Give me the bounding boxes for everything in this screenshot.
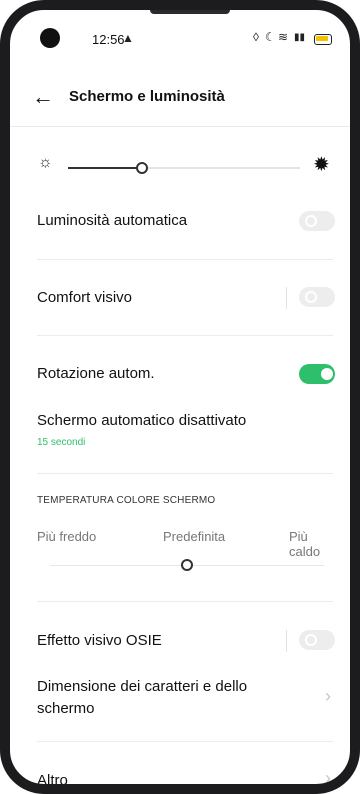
phone-frame: 12:56 ▲ ◊ ☾ ≋ ▮▮ ← Schermo e luminosità …: [0, 0, 360, 794]
divider: [37, 259, 333, 260]
battery-icon: [314, 34, 332, 45]
brightness-slider[interactable]: ☼ ✹: [10, 154, 350, 180]
volume-button: [3, 262, 8, 312]
color-temperature-thumb[interactable]: [181, 559, 193, 571]
header-divider: [10, 126, 350, 127]
brightness-thumb[interactable]: [136, 162, 149, 174]
status-bar: 12:56 ▲ ◊ ☾ ≋ ▮▮: [10, 28, 350, 52]
osie-label: Effetto visivo OSIE: [37, 632, 162, 649]
sun-large-icon: ✹: [313, 154, 330, 176]
divider: [37, 335, 333, 336]
chevron-right-icon: ›: [325, 686, 331, 706]
moon-icon: ☾: [265, 30, 276, 44]
eye-comfort-toggle[interactable]: [299, 287, 335, 307]
side-button: [3, 330, 8, 382]
status-time: 12:56: [92, 32, 125, 47]
divider: [37, 473, 333, 474]
auto-brightness-label: Luminosità automatica: [37, 212, 188, 229]
other-label: Altro: [37, 772, 68, 789]
vertical-separator: [286, 630, 287, 652]
font-size-label-line1: Dimensione dei caratteri e dello: [37, 678, 248, 695]
wifi-icon: ≋: [278, 30, 289, 44]
sun-small-icon: ☼: [38, 154, 53, 171]
color-temperature-caption: TEMPERATURA COLORE SCHERMO: [37, 495, 216, 506]
eye-comfort-label: Comfort visivo: [37, 289, 133, 306]
auto-rotate-label: Rotazione autom.: [37, 365, 155, 382]
screen: 12:56 ▲ ◊ ☾ ≋ ▮▮ ← Schermo e luminosità …: [10, 10, 350, 784]
auto-brightness-toggle[interactable]: [299, 211, 335, 231]
temp-cool-label: Più freddo: [37, 529, 97, 544]
page-title: Schermo e luminosità: [69, 88, 225, 105]
alert-triangle-icon: ▲: [122, 31, 134, 45]
app-header: ← Schermo e luminosità: [10, 80, 350, 116]
arrow-left-icon[interactable]: ←: [32, 80, 54, 114]
front-camera: [40, 28, 60, 48]
screen-timeout-label: Schermo automatico disattivato: [37, 412, 247, 429]
auto-rotate-toggle[interactable]: [299, 364, 335, 384]
chevron-right-icon: ›: [325, 768, 331, 788]
temp-default-label: Predefinita: [163, 529, 226, 544]
osie-toggle[interactable]: [299, 630, 335, 650]
drop-icon: ◊: [253, 30, 259, 44]
temp-warm-label: Più caldo: [289, 529, 321, 559]
divider: [37, 601, 333, 602]
font-size-label-line2: schermo: [37, 700, 95, 717]
signal-icon: ▮▮: [294, 32, 306, 43]
divider: [37, 741, 333, 742]
vertical-separator: [286, 287, 287, 309]
screen-timeout-value: 15 secondi: [37, 437, 86, 448]
brightness-fill: [68, 167, 143, 169]
